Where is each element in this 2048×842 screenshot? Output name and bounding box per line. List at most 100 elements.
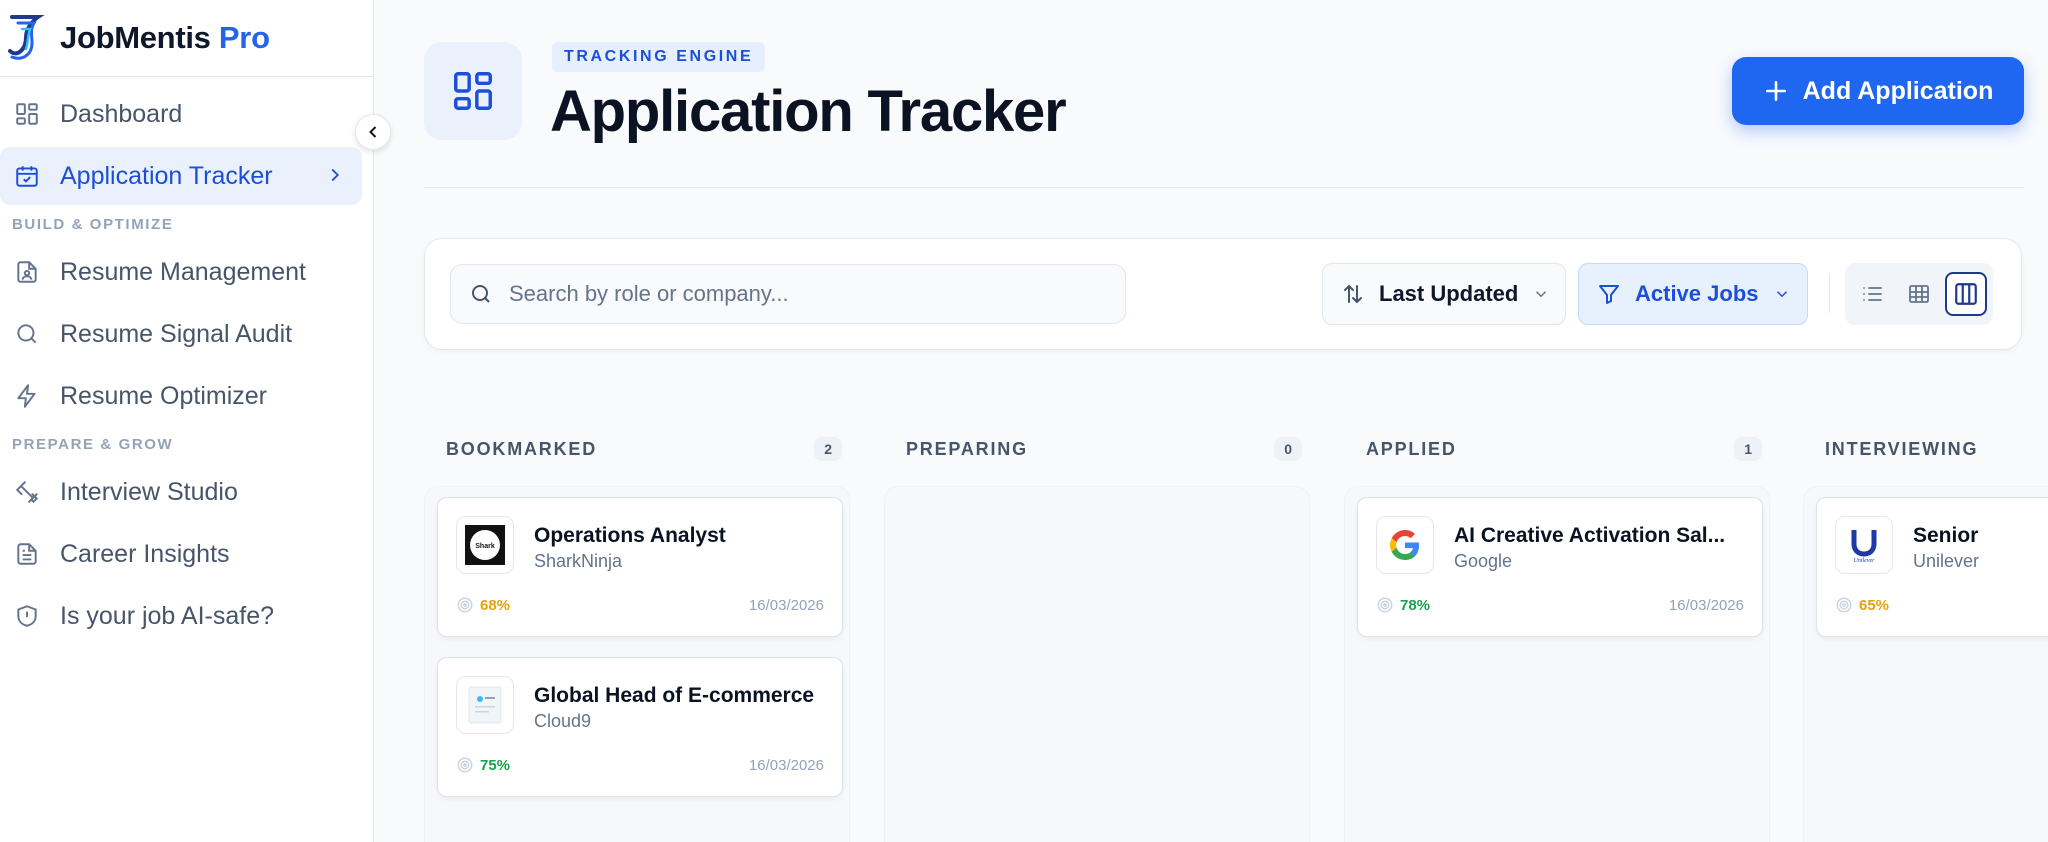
column-interviewing: INTERVIEWING Unilever Senior Unilever 65… bbox=[1803, 420, 2048, 842]
page-title: Application Tracker bbox=[550, 79, 1067, 144]
dumbbell-icon bbox=[12, 477, 42, 507]
card-date: 16/03/2026 bbox=[1668, 597, 1744, 614]
sidebar-item-resume-management[interactable]: Resume Management bbox=[0, 243, 362, 301]
filter-label: Active Jobs bbox=[1635, 281, 1759, 306]
sidebar-item-dashboard[interactable]: Dashboard bbox=[0, 85, 362, 143]
sidebar-item-resume-signal-audit[interactable]: Resume Signal Audit bbox=[0, 305, 362, 363]
add-application-label: Add Application bbox=[1802, 76, 1994, 105]
table-view-button[interactable] bbox=[1898, 272, 1940, 316]
card-company: Unilever bbox=[1913, 551, 1980, 571]
application-card[interactable]: Shark Operations Analyst SharkNinja 68% … bbox=[437, 497, 843, 637]
column-count-badge: 0 bbox=[1274, 437, 1302, 461]
calendar-check-icon bbox=[12, 161, 42, 191]
nav-section-build: BUILD & OPTIMIZE bbox=[12, 215, 174, 233]
sidebar: JobMentis Pro Dashboard Application Trac… bbox=[0, 0, 374, 842]
kanban-board: BOOKMARKED 2 Shark Operations Analyst Sh… bbox=[424, 420, 2048, 842]
sidebar-item-label: Resume Optimizer bbox=[60, 381, 267, 410]
sidebar-item-label: Career Insights bbox=[60, 539, 230, 568]
sidebar-item-ai-safe[interactable]: Is your job AI-safe? bbox=[0, 587, 362, 645]
toolbar: Last Updated Active Jobs bbox=[424, 238, 2022, 350]
column-title: BOOKMARKED bbox=[446, 438, 597, 459]
column-header: INTERVIEWING bbox=[1803, 420, 2048, 478]
target-icon bbox=[1836, 597, 1852, 613]
application-card[interactable]: AI Creative Activation Sal... Google 78%… bbox=[1357, 497, 1763, 637]
chevron-right-icon bbox=[324, 164, 346, 193]
card-date: 16/03/2026 bbox=[748, 597, 824, 614]
match-score: 75% bbox=[456, 756, 510, 774]
filter-icon bbox=[1597, 282, 1621, 306]
search-input[interactable] bbox=[509, 281, 1109, 307]
view-toggle-group bbox=[1845, 263, 1993, 325]
sidebar-item-label: Resume Management bbox=[60, 257, 306, 286]
chevron-down-icon bbox=[1773, 285, 1791, 303]
search-box[interactable] bbox=[450, 264, 1126, 324]
application-card[interactable]: Global Head of E-commerce Cloud9 75% 16/… bbox=[437, 657, 843, 797]
google-logo bbox=[1376, 516, 1434, 574]
column-count-badge: 2 bbox=[814, 437, 842, 461]
sidebar-item-career-insights[interactable]: Career Insights bbox=[0, 525, 362, 583]
sidebar-item-label: Dashboard bbox=[60, 99, 183, 128]
column-preparing: PREPARING 0 bbox=[884, 420, 1310, 842]
match-score: 68% bbox=[456, 596, 510, 614]
column-body: AI Creative Activation Sal... Google 78%… bbox=[1344, 486, 1770, 842]
column-title: APPLIED bbox=[1366, 438, 1457, 459]
page-header: TRACKING ENGINE Application Tracker Add … bbox=[424, 40, 2024, 188]
sidebar-item-label: Interview Studio bbox=[60, 477, 238, 506]
column-header: BOOKMARKED 2 bbox=[424, 420, 850, 478]
brand[interactable]: JobMentis Pro bbox=[0, 0, 373, 77]
unilever-logo: Unilever bbox=[1835, 516, 1893, 574]
search-icon bbox=[12, 319, 42, 349]
sharkninja-logo: Shark bbox=[456, 516, 514, 574]
jobmentis-logo-icon bbox=[4, 11, 46, 65]
sort-label: Last Updated bbox=[1379, 281, 1519, 306]
sidebar-item-label: Is your job AI-safe? bbox=[60, 601, 275, 630]
list-view-button[interactable] bbox=[1851, 272, 1893, 316]
file-user-icon bbox=[12, 257, 42, 287]
match-score: 65% bbox=[1835, 596, 1889, 614]
column-header: PREPARING 0 bbox=[884, 420, 1310, 478]
table-icon bbox=[1909, 285, 1929, 303]
board-view-button[interactable] bbox=[1944, 272, 1987, 316]
sort-dropdown[interactable]: Last Updated bbox=[1322, 263, 1566, 325]
toolbar-divider bbox=[1829, 275, 1830, 313]
shield-icon bbox=[12, 601, 42, 631]
sort-arrows-icon bbox=[1341, 282, 1365, 306]
card-role: AI Creative Activation Sal... bbox=[1454, 524, 1726, 547]
svg-text:Unilever: Unilever bbox=[1854, 558, 1876, 564]
kanban-icon bbox=[1954, 283, 1977, 305]
application-card[interactable]: Unilever Senior Unilever 65% bbox=[1816, 497, 2048, 637]
sidebar-nav: Dashboard Application Tracker BUILD & OP… bbox=[0, 77, 373, 645]
sidebar-item-application-tracker[interactable]: Application Tracker bbox=[0, 147, 362, 205]
sidebar-item-resume-optimizer[interactable]: Resume Optimizer bbox=[0, 367, 362, 425]
card-role: Senior bbox=[1913, 524, 1979, 547]
card-role: Global Head of E-commerce bbox=[534, 684, 815, 707]
match-score: 78% bbox=[1376, 596, 1430, 614]
list-icon bbox=[1863, 287, 1883, 301]
column-header: APPLIED 1 bbox=[1344, 420, 1770, 478]
column-body bbox=[884, 486, 1310, 842]
plus-icon bbox=[1763, 78, 1789, 104]
cloud9-logo bbox=[456, 676, 514, 734]
target-icon bbox=[457, 757, 473, 773]
chevron-down-icon bbox=[1532, 285, 1550, 303]
document-icon bbox=[12, 539, 42, 569]
dashboard-icon bbox=[12, 99, 42, 129]
chevron-left-icon bbox=[369, 126, 377, 138]
eyebrow-badge: TRACKING ENGINE bbox=[552, 42, 766, 72]
svg-text:Shark: Shark bbox=[475, 543, 495, 550]
target-icon bbox=[457, 597, 473, 613]
add-application-button[interactable]: Add Application bbox=[1732, 57, 2024, 125]
card-company: SharkNinja bbox=[534, 551, 623, 571]
card-company: Cloud9 bbox=[534, 711, 592, 731]
sidebar-item-interview-studio[interactable]: Interview Studio bbox=[0, 463, 362, 521]
sidebar-item-label: Application Tracker bbox=[60, 161, 273, 190]
filter-dropdown[interactable]: Active Jobs bbox=[1578, 263, 1808, 325]
collapse-sidebar-button[interactable] bbox=[355, 114, 391, 150]
layout-grid-icon bbox=[424, 42, 522, 140]
main-content: TRACKING ENGINE Application Tracker Add … bbox=[374, 0, 2048, 842]
sidebar-item-label: Resume Signal Audit bbox=[60, 319, 293, 348]
lightning-icon bbox=[12, 381, 42, 411]
brand-name: JobMentis Pro bbox=[60, 20, 270, 55]
column-body: Unilever Senior Unilever 65% bbox=[1803, 486, 2048, 842]
column-title: INTERVIEWING bbox=[1825, 438, 1979, 459]
